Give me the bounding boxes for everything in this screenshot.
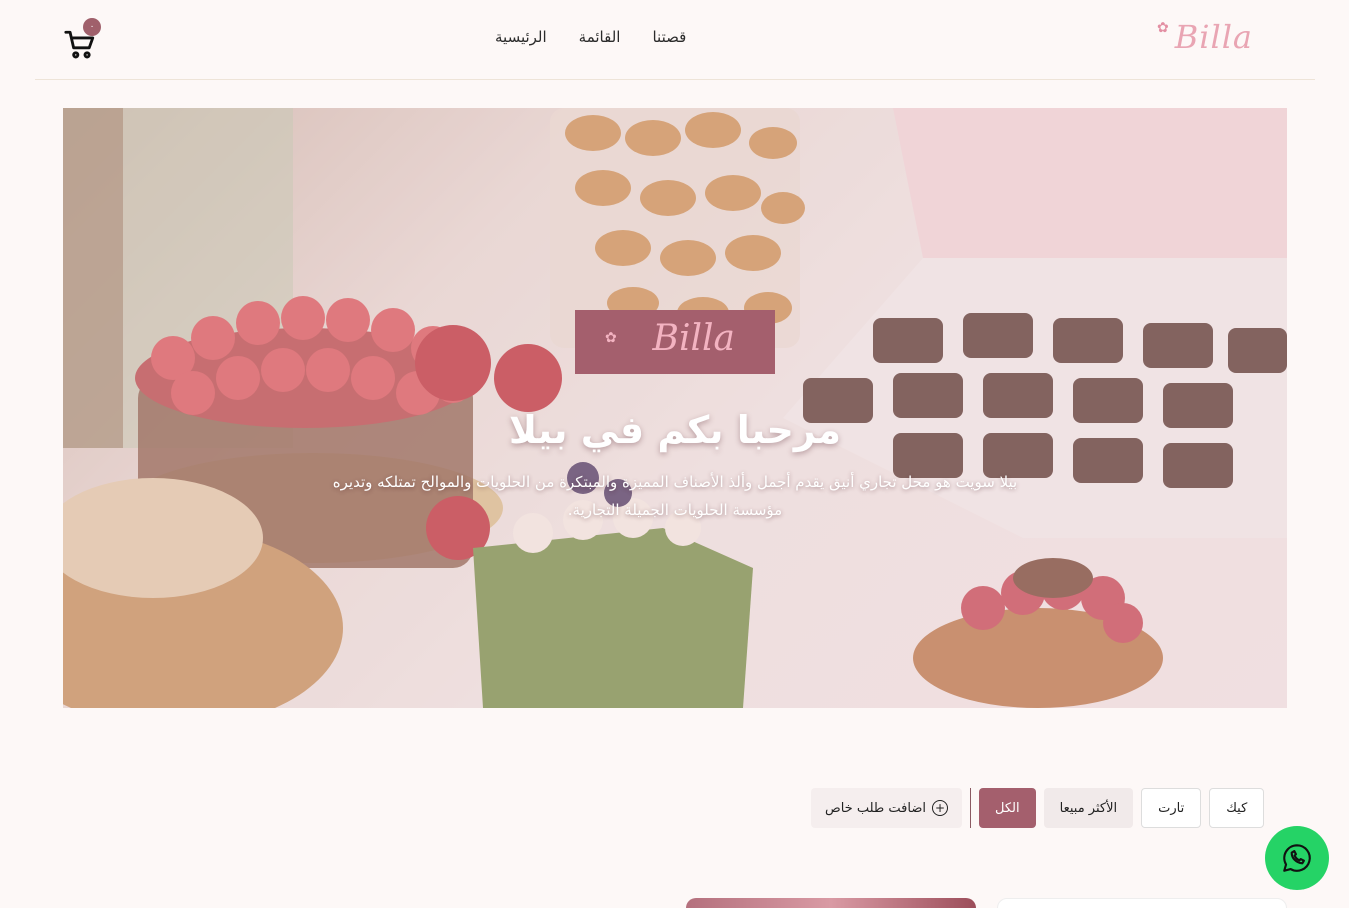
special-order-button[interactable]: + اضافت طلب خاص xyxy=(811,788,962,828)
special-order-label: اضافت طلب خاص xyxy=(825,800,926,816)
category-filters: + اضافت طلب خاص الكل الأكثر مبيعا تارت ك… xyxy=(811,788,1287,828)
filter-all[interactable]: الكل xyxy=(979,788,1036,828)
filter-cake[interactable]: كيك xyxy=(1209,788,1265,828)
cart-count-badge: ٠ xyxy=(83,18,101,36)
site-header: ٠ الرئيسية القائمة قصتنا ✿ Billa xyxy=(35,0,1315,80)
product-card[interactable] xyxy=(686,898,976,908)
product-card[interactable] xyxy=(997,898,1287,908)
nav-home[interactable]: الرئيسية xyxy=(495,28,547,52)
whatsapp-button[interactable] xyxy=(1265,826,1329,890)
main-nav: الرئيسية القائمة قصتنا xyxy=(495,28,686,52)
filter-tart[interactable]: تارت xyxy=(1141,788,1202,828)
flower-icon: ✿ xyxy=(605,330,617,346)
hero-title: مرحبا بكم في بيلا xyxy=(508,408,842,452)
plus-circle-icon: + xyxy=(932,800,948,816)
filter-divider xyxy=(970,788,971,828)
hero-banner: ✿ Billa مرحبا بكم في بيلا بيلا سويت هو م… xyxy=(63,108,1287,708)
hero-logo: ✿ Billa xyxy=(575,310,775,374)
cart-button[interactable]: ٠ xyxy=(63,18,103,59)
nav-menu[interactable]: القائمة xyxy=(579,28,621,52)
site-logo[interactable]: ✿ Billa xyxy=(1157,16,1257,60)
hero-logo-text: Billa xyxy=(652,318,735,359)
nav-story[interactable]: قصتنا xyxy=(652,28,686,52)
logo-text: Billa xyxy=(1174,18,1253,56)
hero-subtitle: بيلا سويت هو محل تجاري أنيق يقدم أجمل وأ… xyxy=(332,473,1018,519)
filter-best-selling[interactable]: الأكثر مبيعا xyxy=(1043,788,1134,828)
flower-icon: ✿ xyxy=(1157,20,1169,36)
whatsapp-icon xyxy=(1283,844,1311,872)
